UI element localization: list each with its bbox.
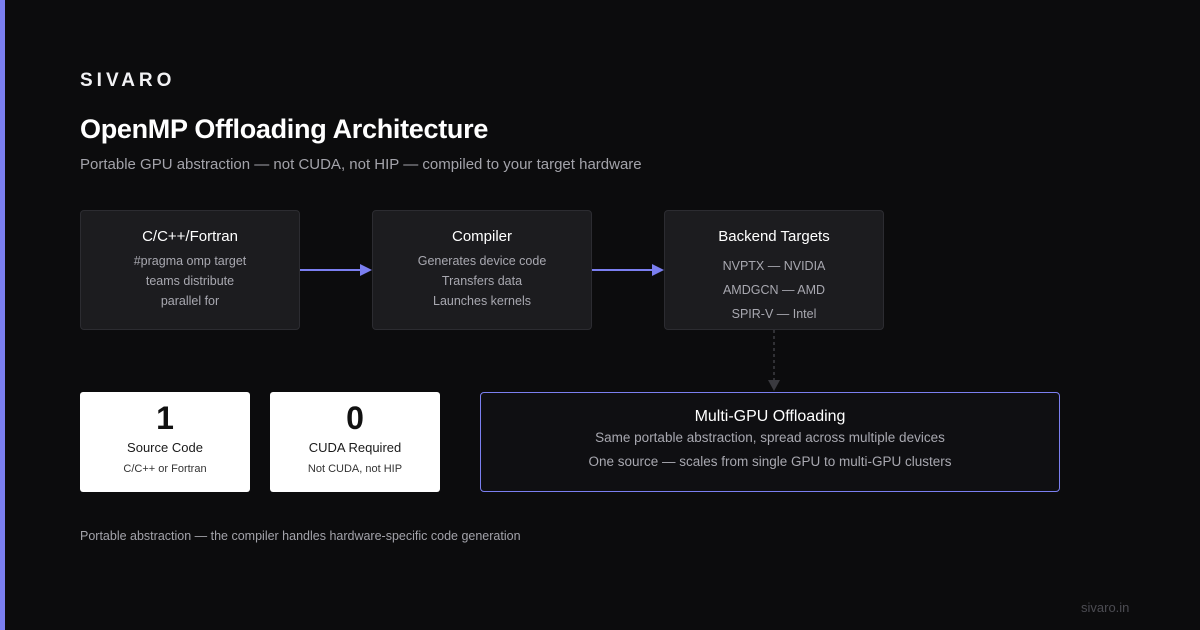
source-line: parallel for [160,294,220,308]
multi-gpu-line: One source — scales from single GPU to m… [588,454,952,469]
arrow-right-icon [300,264,372,276]
backend-line: AMDGCN — AMD [722,283,826,297]
source-line: #pragma omp target [133,254,247,268]
stat-value: 1 [156,400,174,436]
footnote: Portable abstraction — the compiler hand… [80,529,521,543]
compiler-box-title: Compiler [451,228,512,245]
backend-line: SPIR-V — Intel [731,307,817,321]
accent-bar [0,0,5,630]
stat-label: Source Code [127,440,203,455]
site-url: sivaro.in [1081,600,1130,615]
source-box-title: C/C++/Fortran [142,228,238,245]
stat-card-source: 1 Source Code C/C++ or Fortran [80,392,250,492]
stat-value: 0 [346,400,364,436]
brand-logo: SIVARO [80,70,176,91]
page-subtitle: Portable GPU abstraction — not CUDA, not… [80,156,642,173]
multi-gpu-line: Same portable abstraction, spread across… [595,430,945,445]
backend-targets-box: Backend Targets NVPTX — NVIDIA AMDGCN — … [664,210,884,330]
backend-line: NVPTX — NVIDIA [722,259,826,273]
compiler-line: Launches kernels [433,294,531,308]
multi-gpu-title: Multi-GPU Offloading [694,408,846,425]
stat-card-cuda: 0 CUDA Required Not CUDA, not HIP [270,392,440,492]
arrow-right-icon [592,264,664,276]
stat-sublabel: Not CUDA, not HIP [307,463,403,475]
stat-label: CUDA Required [308,440,402,455]
compiler-line: Generates device code [417,254,547,268]
backend-box-title: Backend Targets [718,228,830,245]
compiler-box: Compiler Generates device code Transfers… [372,210,592,330]
source-line: teams distribute [145,274,235,288]
stat-sublabel: C/C++ or Fortran [123,463,207,475]
arrow-down-icon [768,330,780,391]
source-box: C/C++/Fortran #pragma omp target teams d… [80,210,300,330]
page-title: OpenMP Offloading Architecture [80,114,489,144]
multi-gpu-box: Multi-GPU Offloading Same portable abstr… [480,392,1060,492]
compiler-line: Transfers data [441,274,523,288]
